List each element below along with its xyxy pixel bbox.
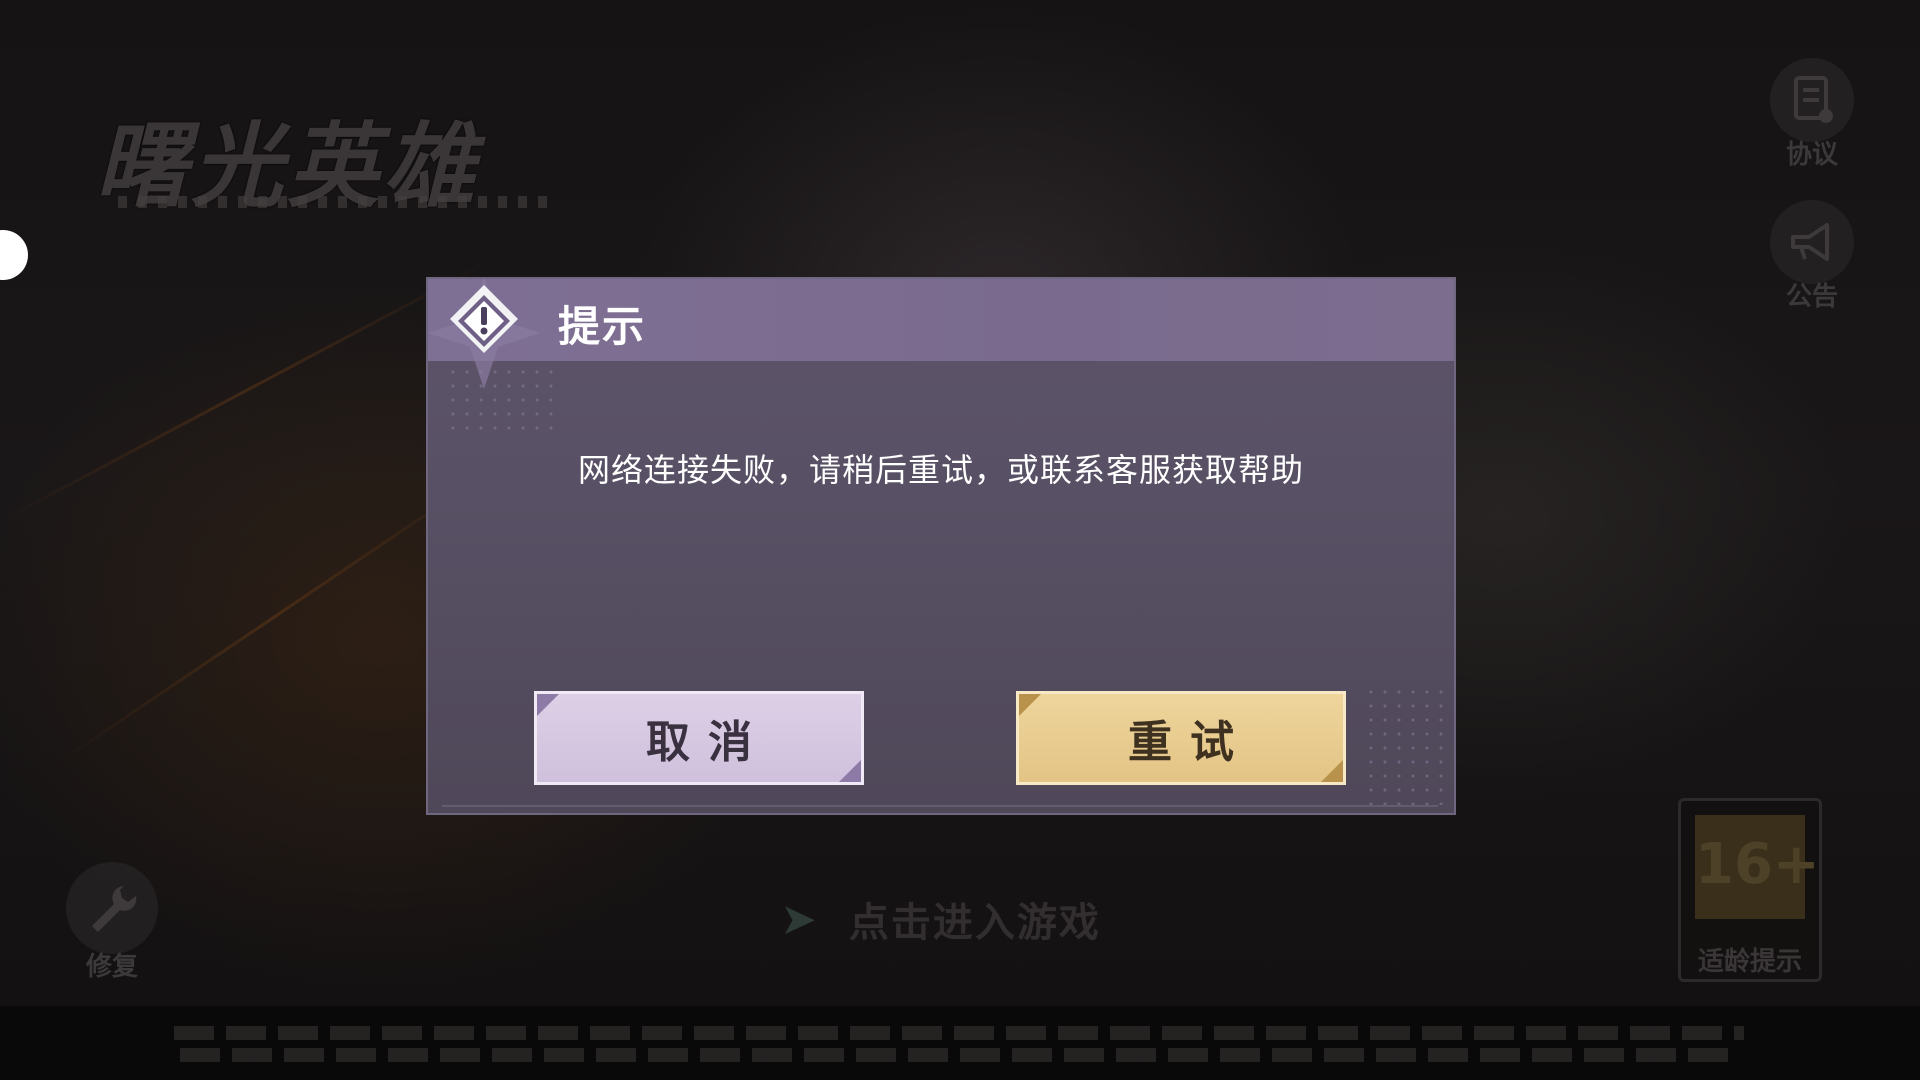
arrow-right-icon: ➤ [780,893,819,945]
wrench-icon [92,886,137,932]
retry-button-label: 重试 [1128,717,1252,768]
button-corner-decoration [839,760,861,782]
button-corner-decoration [537,694,559,716]
document-icon [1794,76,1833,123]
footer-legal-text [0,1006,1920,1080]
network-error-dialog: 提示 网络连接失败，请稍后重试，或联系客服获取帮助 取消 重试 [426,277,1456,815]
game-logo-subtitle [118,196,558,208]
retry-button[interactable]: 重试 [1016,691,1346,785]
enter-game-label: 点击进入游戏 [848,900,1101,946]
age-rating-value: 16+ [1695,815,1820,919]
floating-assist-ball[interactable] [0,230,28,280]
notice-label: 公告 [1785,282,1838,312]
agreement-icon-circle [1770,58,1854,142]
cancel-button[interactable]: 取消 [534,691,864,785]
dialog-message: 网络连接失败，请稍后重试，或联系客服获取帮助 [577,451,1304,489]
age-rating-label: 适龄提示 [1697,947,1802,977]
footer-text-line [174,1026,1744,1040]
dialog-bottom-divider [442,805,1438,807]
megaphone-icon [1791,223,1829,261]
footer-text-line [180,1048,1740,1062]
repair-button[interactable]: 修复 [66,862,158,983]
agreement-label: 协议 [1785,140,1838,170]
repair-label: 修复 [85,952,138,982]
cancel-button-label: 取消 [646,717,770,768]
repair-icon-circle [66,862,158,954]
age-rating-badge[interactable]: 16+ 适龄提示 [1678,798,1822,982]
button-corner-decoration [1321,760,1343,782]
button-corner-decoration [1019,694,1041,716]
notice-icon-circle [1770,200,1854,284]
dialog-title: 提示 [558,302,647,351]
background-art-streak [0,257,496,523]
enter-game-prompt[interactable]: ➤ 点击进入游戏 [780,890,1101,948]
agreement-button[interactable]: 协议 [1766,58,1858,171]
notice-button[interactable]: 公告 [1766,200,1858,313]
dialog-dot-pattern [446,365,556,435]
game-login-screen: 曙光英雄 协议 公告 修复 ➤ 点击进入游戏 16+ 适龄提示 提示 网络连接失… [0,0,1920,1080]
dialog-dot-pattern [1364,685,1444,805]
